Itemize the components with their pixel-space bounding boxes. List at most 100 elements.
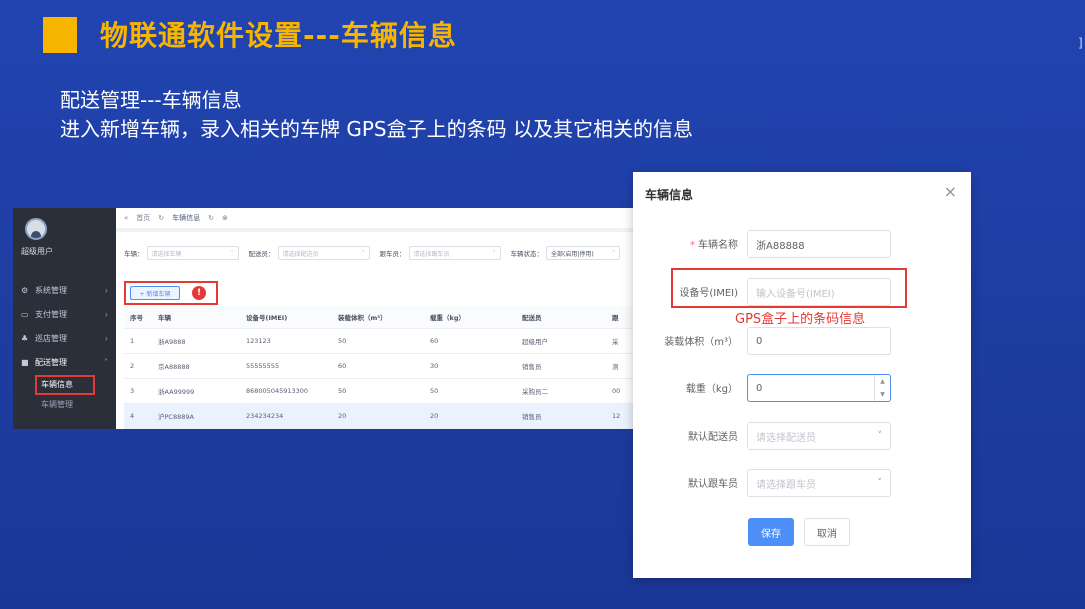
- sidebar-item-label: 系统管理: [35, 285, 67, 295]
- table-cell: 234234234: [240, 403, 332, 429]
- table-row[interactable]: 2 京A88888 55555555 60 30 销售员 测: [124, 353, 634, 379]
- table-row[interactable]: 4 沪PC8889A 234234234 20 20 销售员 12: [124, 403, 634, 429]
- close-icon[interactable]: ×: [944, 182, 957, 201]
- table-cell: 50: [424, 378, 516, 404]
- filter-label: 车辆：: [124, 250, 144, 258]
- chevron-down-icon[interactable]: ▼: [880, 391, 885, 398]
- tab-vehicle-info[interactable]: 车辆信息: [172, 213, 200, 223]
- form-row-volume: 装载体积（m³） 0: [633, 327, 971, 355]
- vehicle-table: 序号 车辆 设备号(IMEI) 装载体积（m³） 载重（kg） 配送员 跟 1 …: [124, 306, 634, 429]
- refresh-icon[interactable]: ↻: [208, 214, 214, 222]
- sidebar-item-system[interactable]: ⚙ 系统管理 ›: [13, 278, 116, 302]
- status-select[interactable]: 全部(启用|停用) ˅: [546, 246, 620, 260]
- sidebar-subitem-vehicle-manage[interactable]: 车辆管理: [13, 394, 116, 414]
- card-icon: ▭: [21, 309, 29, 319]
- cancel-button[interactable]: 取消: [804, 518, 850, 546]
- number-stepper[interactable]: ▲ ▼: [874, 375, 890, 401]
- table-header: 配送员: [516, 306, 606, 329]
- filter-bar: 车辆： 请选择车辆 ˅ 配送员： 请选择配送员 ˅ 跟车员： 请选择跟车员 ˅ 车辆状…: [124, 246, 630, 260]
- tree-icon: ♣: [21, 333, 29, 343]
- weight-input[interactable]: 0 ▲ ▼: [747, 374, 891, 402]
- table-header: 设备号(IMEI): [240, 306, 332, 329]
- table-cell: 60: [424, 328, 516, 354]
- dialog-title: 车辆信息: [645, 188, 694, 202]
- table-cell: 123123: [240, 328, 332, 354]
- field-label: 默认配送员: [688, 432, 738, 443]
- table-cell: 55555555: [240, 353, 332, 379]
- user-name: 超级用户: [21, 247, 53, 256]
- table-cell: 沪PC8889A: [152, 403, 240, 429]
- alert-icon: !: [192, 286, 206, 300]
- select-value: 全部(启用|停用): [551, 250, 594, 258]
- volume-input[interactable]: 0: [747, 327, 891, 355]
- vehicle-name-input[interactable]: 浙A88888: [747, 230, 891, 258]
- weight-value: 0: [756, 382, 763, 394]
- table-cell: 京A88888: [152, 353, 240, 379]
- chevron-down-icon: ˅: [612, 249, 615, 257]
- highlight-box: [35, 375, 95, 395]
- field-label: 默认跟车员: [688, 479, 738, 490]
- sidebar-menu: ⚙ 系统管理 › ▭ 支付管理 › ♣ 巡店管理 › ■ 配送管理 ˅ 车辆信息…: [13, 278, 116, 414]
- gear-icon: ⚙: [21, 285, 29, 295]
- table-header: 车辆: [152, 306, 240, 329]
- vehicle-select[interactable]: 请选择车辆 ˅: [146, 246, 239, 260]
- table-cell: 50: [332, 328, 424, 354]
- tab-home[interactable]: 首页: [136, 213, 150, 223]
- table-cell: 1: [124, 328, 152, 354]
- chevron-right-icon: ›: [104, 309, 108, 319]
- chevron-up-icon[interactable]: ▲: [880, 378, 885, 385]
- table-header-row: 序号 车辆 设备号(IMEI) 装载体积（m³） 载重（kg） 配送员 跟: [124, 306, 634, 329]
- save-button[interactable]: 保存: [748, 518, 794, 546]
- chevron-right-icon: ›: [104, 285, 108, 295]
- default-follower-select[interactable]: 请选择跟车员 ˅: [747, 469, 891, 497]
- field-label-text: 车辆名称: [698, 240, 738, 251]
- close-icon[interactable]: ⊗: [222, 214, 228, 222]
- add-vehicle-button[interactable]: + 新增车辆: [130, 286, 180, 300]
- dispatcher-select[interactable]: 请选择配送员 ˅: [277, 246, 370, 260]
- chevron-down-icon: ˅: [877, 478, 883, 488]
- select-placeholder: 请选择车辆: [151, 250, 182, 258]
- double-chevron-left-icon[interactable]: «: [124, 214, 128, 222]
- table-row[interactable]: 3 浙AA99999 868005045913300 50 50 采购员二 00: [124, 378, 634, 404]
- edge-mark: ]: [1078, 36, 1083, 50]
- sidebar-item-payment[interactable]: ▭ 支付管理 ›: [13, 302, 116, 326]
- table-cell: 50: [332, 378, 424, 404]
- chevron-down-icon: ˅: [230, 249, 234, 257]
- sidebar-item-delivery[interactable]: ■ 配送管理 ˅: [13, 350, 116, 374]
- main-content: 车辆： 请选择车辆 ˅ 配送员： 请选择配送员 ˅ 跟车员： 请选择跟车员 ˅ 车辆状…: [116, 232, 634, 429]
- table-cell: 00: [606, 378, 634, 404]
- avatar[interactable]: [25, 218, 47, 240]
- field-label: 载重（kg）: [685, 384, 738, 395]
- sidebar-subitem-label: 车辆管理: [41, 399, 73, 409]
- chevron-down-icon: ˅: [877, 431, 883, 441]
- vehicle-info-dialog: 车辆信息 × * 车辆名称 浙A88888 设备号(IMEI) 输入设备号(IME…: [633, 172, 971, 578]
- select-placeholder: 请选择配送员: [282, 250, 319, 258]
- table-cell: 采: [606, 328, 634, 354]
- sidebar-item-store-patrol[interactable]: ♣ 巡店管理 ›: [13, 326, 116, 350]
- sidebar-subitem-vehicle-info[interactable]: 车辆信息: [13, 374, 116, 395]
- chevron-down-icon: ˅: [361, 249, 365, 257]
- table-header: 载重（kg）: [424, 306, 516, 329]
- table-cell: 20: [424, 403, 516, 429]
- table-cell: 浙AA99999: [152, 378, 240, 404]
- follower-select[interactable]: 请选择跟车员 ˅: [408, 246, 501, 260]
- table-cell: 30: [424, 353, 516, 379]
- title-accent-square: [43, 17, 77, 53]
- sidebar-item-label: 配送管理: [35, 357, 67, 367]
- filter-label: 车辆状态：: [510, 250, 544, 258]
- refresh-icon[interactable]: ↻: [158, 214, 164, 222]
- table-row[interactable]: 1 浙A9888 123123 50 60 超级用户 采: [124, 328, 634, 354]
- sidebar-item-label: 支付管理: [35, 309, 67, 319]
- form-row-default-dispatcher: 默认配送员 请选择配送员 ˅: [633, 422, 971, 450]
- table-header: 跟: [606, 306, 634, 329]
- slide-subtitle: 配送管理---车辆信息: [60, 88, 242, 112]
- table-cell: 3: [124, 378, 152, 404]
- table-cell: 浙A9888: [152, 328, 240, 354]
- table-cell: 60: [332, 353, 424, 379]
- default-dispatcher-select[interactable]: 请选择配送员 ˅: [747, 422, 891, 450]
- chevron-right-icon: ›: [104, 333, 108, 343]
- filter-label: 配送员：: [248, 250, 275, 258]
- slide: 物联通软件设置---车辆信息 配送管理---车辆信息 进入新增车辆，录入相关的车…: [0, 0, 1085, 609]
- tab-bar: « 首页 ↻ 车辆信息 ↻ ⊗: [116, 208, 634, 228]
- table-header: 序号: [124, 306, 152, 329]
